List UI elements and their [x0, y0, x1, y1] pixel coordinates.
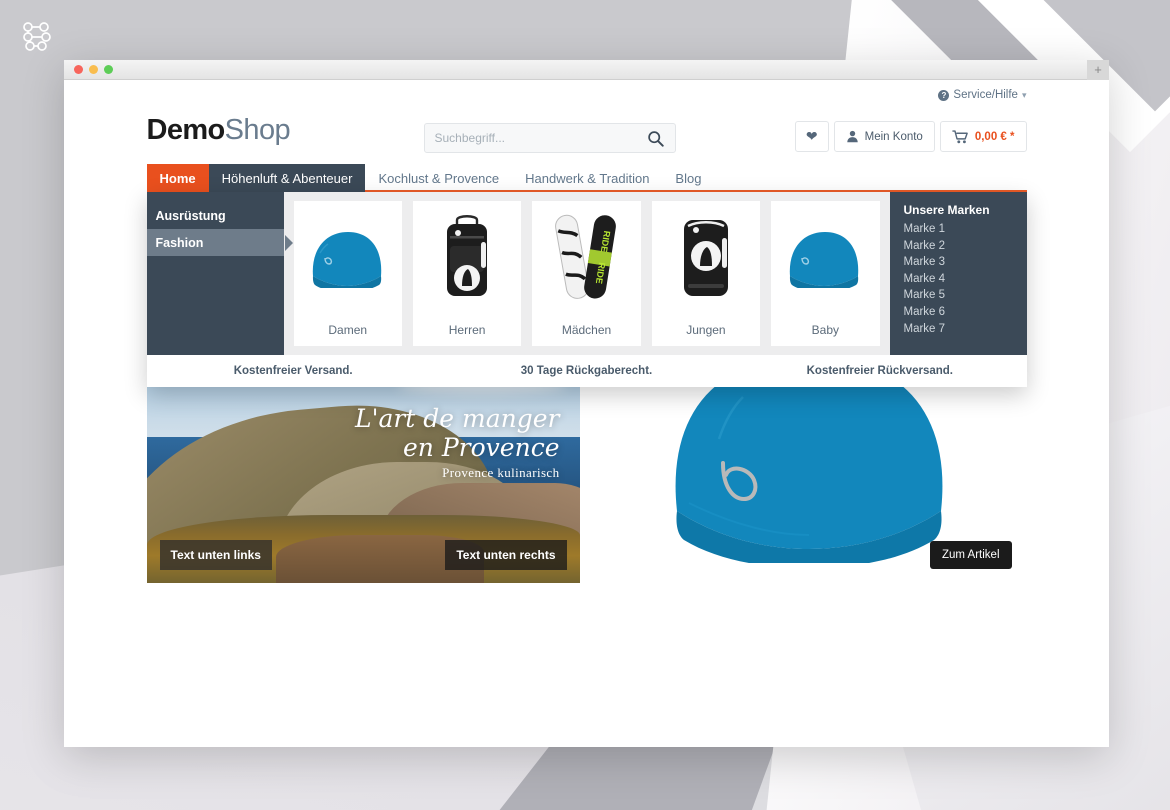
cart-button[interactable]: 0,00 € *: [939, 121, 1027, 152]
benefit-free-return: Kostenfreier Rückversand.: [806, 365, 953, 377]
black-trolley-icon: [683, 220, 728, 296]
nav-label-kochlust: Kochlust & Provence: [378, 170, 500, 186]
blue-beanie-icon: [790, 232, 859, 288]
tile-image-jungen: [674, 209, 738, 305]
mega-menu-category-ausruestung[interactable]: Ausrüstung: [147, 202, 284, 229]
nav-item-home[interactable]: Home: [146, 164, 209, 192]
tile-image-baby: [784, 209, 866, 305]
mega-menu-tile-baby[interactable]: Baby: [771, 201, 880, 346]
service-help-label: Service/Hilfe: [953, 89, 1018, 101]
nav-item-hoehenluft-abenteuer[interactable]: Höhenluft & Abenteuer: [208, 164, 366, 192]
desktop-background: + ? Service/Hilfe ▾ DemoShop Suchbegriff…: [0, 0, 1170, 810]
minimize-window-button[interactable]: [89, 65, 98, 74]
tile-image-damen: [307, 209, 389, 305]
black-backpack-icon: [447, 215, 488, 296]
snowboards-icon: RIDE RIDE: [554, 214, 616, 299]
headline-line-1: L'art de manger: [354, 403, 560, 433]
nav-label-home: Home: [159, 170, 196, 186]
mega-menu-brands: Unsere Marken Marke 1 Marke 2 Marke 3 Ma…: [889, 192, 1027, 355]
overlay-bottom-right[interactable]: Text unten rechts: [445, 540, 567, 570]
brand-link-5[interactable]: Marke 5: [904, 287, 1027, 304]
my-account-label: Mein Konto: [864, 130, 923, 143]
mega-menu-tile-maedchen[interactable]: RIDE RIDE Mädchen: [532, 201, 641, 346]
maximize-window-button[interactable]: [104, 65, 113, 74]
headline-subline: Provence kulinarisch: [442, 464, 560, 480]
header-actions: ❤ Mein Konto 0,00 € *: [794, 121, 1027, 152]
browser-titlebar: +: [64, 60, 1109, 80]
provence-headline: L'art de manger en Provence Provence kul…: [354, 403, 560, 481]
tile-image-maedchen: RIDE RIDE: [553, 209, 621, 305]
tile-label-herren: Herren: [448, 323, 486, 337]
utility-topbar: ? Service/Hilfe ▾: [147, 80, 1027, 106]
tile-image-herren: [437, 209, 497, 305]
service-help-link[interactable]: ? Service/Hilfe ▾: [938, 89, 1027, 101]
my-account-button[interactable]: Mein Konto: [833, 121, 935, 152]
mega-menu-category-list: Ausrüstung Fashion: [146, 192, 293, 355]
tile-label-jungen: Jungen: [686, 323, 726, 337]
mega-menu-tile-jungen[interactable]: Jungen: [651, 201, 761, 346]
main-navigation: Home Höhenluft & Abenteuer Kochlust & Pr…: [146, 164, 1027, 192]
browser-window: + ? Service/Hilfe ▾ DemoShop Suchbegriff…: [64, 60, 1109, 747]
benefit-return-period: 30 Tage Rückgaberecht.: [520, 365, 653, 377]
headline-line-2: en Provence: [403, 432, 560, 462]
logo-text-light: Shop: [224, 114, 291, 146]
main-navigation-bar: Home Höhenluft & Abenteuer Kochlust & Pr…: [146, 164, 1027, 387]
category-label-fashion: Fashion: [155, 235, 204, 250]
page-viewport: ? Service/Hilfe ▾ DemoShop Suchbegriff..…: [64, 80, 1109, 747]
new-tab-button[interactable]: +: [1087, 60, 1109, 80]
brand-link-1[interactable]: Marke 1: [904, 221, 1027, 238]
nav-label-blog: Blog: [675, 170, 702, 186]
shop-header: DemoShop ❤: [147, 106, 1027, 164]
overlay-bottom-left[interactable]: Text unten links: [159, 540, 272, 570]
mega-menu-body: Ausrüstung Fashion Damen Herren RIDE RID…: [146, 192, 1027, 355]
brand-link-4[interactable]: Marke 4: [904, 271, 1027, 288]
nav-item-blog[interactable]: Blog: [662, 164, 714, 192]
mega-menu-tiles: Damen Herren RIDE RIDE Mädchen Jungen Ba…: [283, 192, 890, 355]
tile-label-maedchen: Mädchen: [561, 323, 612, 337]
search-button[interactable]: [637, 124, 675, 152]
window-controls: [74, 65, 113, 74]
zum-artikel-button[interactable]: Zum Artikel: [929, 541, 1012, 569]
mega-menu-tile-damen[interactable]: Damen: [293, 201, 402, 346]
category-label-ausruestung: Ausrüstung: [155, 208, 226, 223]
heart-icon: ❤: [805, 128, 818, 144]
mega-menu-benefits: Kostenfreier Versand. 30 Tage Rückgabere…: [146, 355, 1027, 387]
brand-link-3[interactable]: Marke 3: [904, 254, 1027, 271]
brand-link-2[interactable]: Marke 2: [904, 238, 1027, 255]
tile-label-baby: Baby: [811, 323, 839, 337]
nav-item-handwerk-tradition[interactable]: Handwerk & Tradition: [512, 164, 662, 192]
blue-beanie-icon: [312, 232, 381, 288]
cart-icon: [952, 129, 968, 143]
tile-label-damen: Damen: [328, 323, 368, 337]
close-window-button[interactable]: [74, 65, 83, 74]
question-circle-icon: ?: [938, 89, 950, 101]
benefit-free-shipping: Kostenfreier Versand.: [233, 365, 353, 377]
mega-menu-category-fashion[interactable]: Fashion: [146, 229, 293, 256]
search-input[interactable]: [424, 124, 635, 152]
mega-menu-tile-herren[interactable]: Herren: [412, 201, 522, 346]
cart-amount-label: 0,00 € *: [974, 130, 1015, 143]
logo-text-bold: Demo: [146, 114, 226, 146]
brand-link-7[interactable]: Marke 7: [904, 321, 1027, 338]
nav-label-handwerk: Handwerk & Tradition: [525, 170, 650, 186]
user-icon: [846, 130, 858, 143]
brand-link-6[interactable]: Marke 6: [904, 304, 1027, 321]
chevron-down-icon: ▾: [1021, 89, 1027, 100]
brands-title: Unsere Marken: [903, 203, 990, 217]
search-icon: [648, 130, 664, 147]
node-graph-logo-icon: [23, 22, 51, 51]
nav-label-hoehenluft: Höhenluft & Abenteuer: [221, 170, 353, 186]
wishlist-button[interactable]: ❤: [794, 121, 829, 152]
search-box: [423, 123, 676, 153]
nav-item-kochlust-provence[interactable]: Kochlust & Provence: [365, 164, 512, 192]
mega-menu-dropdown: Ausrüstung Fashion Damen Herren RIDE RID…: [146, 192, 1027, 387]
shop-logo[interactable]: DemoShop: [147, 114, 291, 147]
